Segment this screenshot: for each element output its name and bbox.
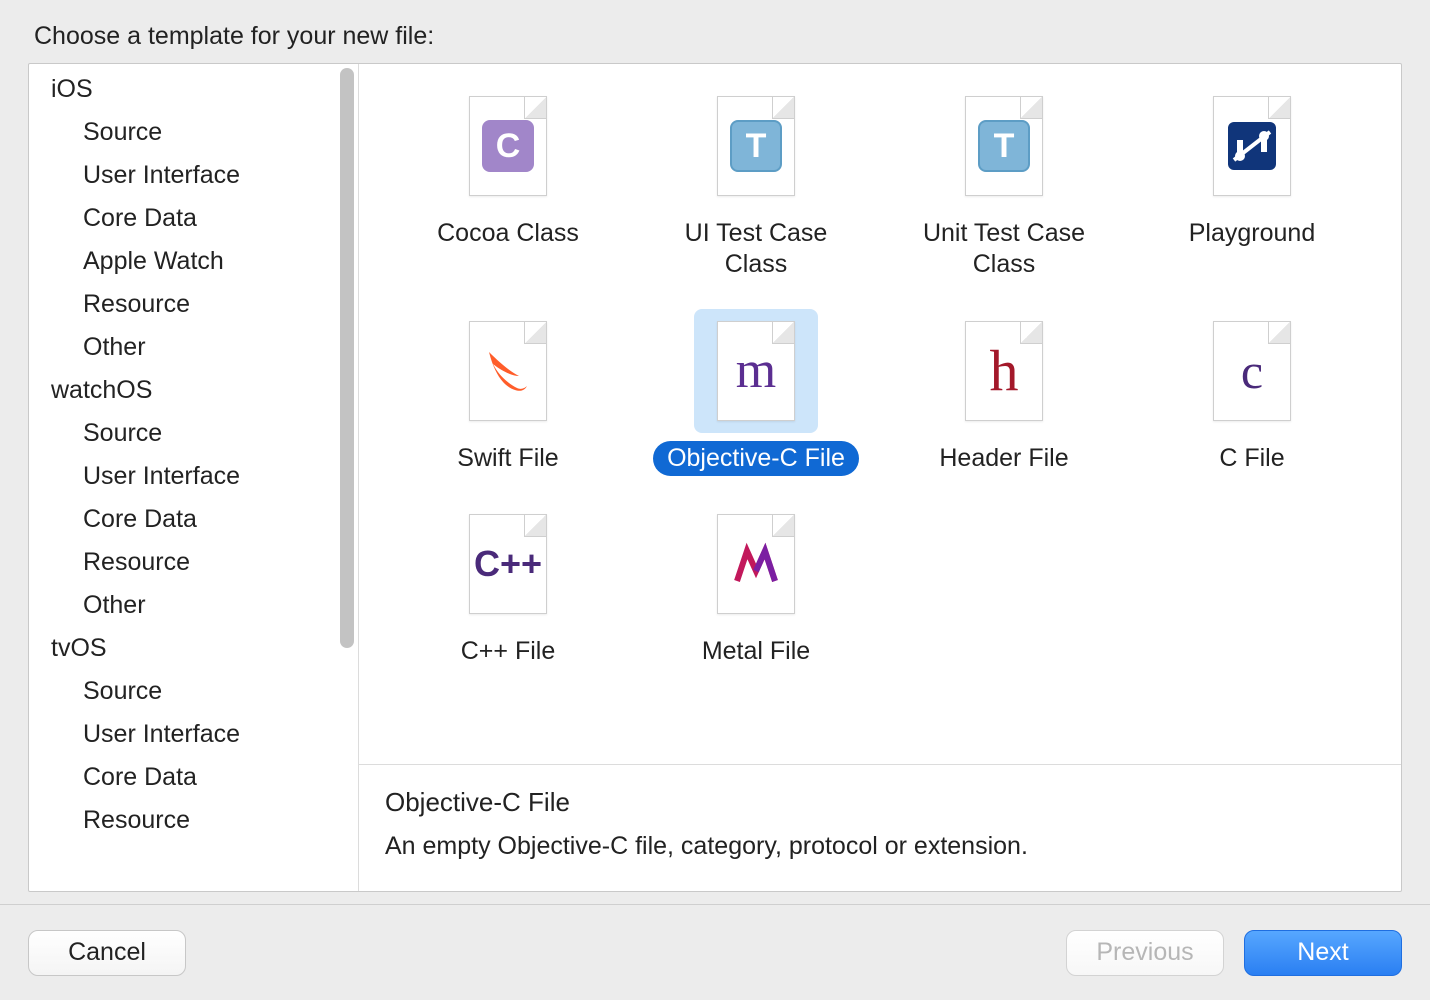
template-playground[interactable]: Playground <box>1137 84 1367 283</box>
test-case-icon: T <box>942 84 1066 208</box>
template-header-file[interactable]: h Header File <box>889 309 1119 476</box>
template-label: Metal File <box>688 634 824 669</box>
template-label: C File <box>1205 441 1298 476</box>
platform-label-tvos: tvOS <box>29 627 358 670</box>
description-title: Objective-C File <box>385 787 1375 818</box>
template-main: C Cocoa Class T UI Test Case Class T Unit Tes… <box>359 64 1401 891</box>
objc-file-icon: m <box>694 309 818 433</box>
platform-label-watchos: watchOS <box>29 369 358 412</box>
template-label: Unit Test Case Class <box>889 216 1119 283</box>
template-cocoa-class[interactable]: C Cocoa Class <box>393 84 623 283</box>
platform-label-ios: iOS <box>29 68 358 111</box>
next-button[interactable]: Next <box>1244 930 1402 976</box>
template-swift-file[interactable]: Swift File <box>393 309 623 476</box>
cocoa-class-icon: C <box>446 84 570 208</box>
category-sidebar: iOSSourceUser InterfaceCore DataApple Wa… <box>29 64 359 891</box>
sidebar-item-other[interactable]: Other <box>29 584 358 627</box>
test-case-icon: T <box>694 84 818 208</box>
template-cpp-file[interactable]: C++ C++ File <box>393 502 623 669</box>
description-text: An empty Objective-C file, category, pro… <box>385 832 1375 861</box>
template-grid: C Cocoa Class T UI Test Case Class T Unit Tes… <box>359 64 1401 764</box>
content-panel: iOSSourceUser InterfaceCore DataApple Wa… <box>28 63 1402 892</box>
sidebar-item-source[interactable]: Source <box>29 412 358 455</box>
swift-icon <box>446 309 570 433</box>
template-label: Swift File <box>443 441 572 476</box>
sidebar-item-user-interface[interactable]: User Interface <box>29 713 358 756</box>
dialog-title: Choose a template for your new file: <box>0 0 1430 63</box>
description-pane: Objective-C File An empty Objective-C fi… <box>359 764 1401 891</box>
metal-file-icon <box>694 502 818 626</box>
sidebar-item-resource[interactable]: Resource <box>29 283 358 326</box>
sidebar-item-source[interactable]: Source <box>29 111 358 154</box>
template-c-file[interactable]: c C File <box>1137 309 1367 476</box>
template-label: Objective-C File <box>653 441 859 476</box>
dialog-footer: Cancel Previous Next <box>0 904 1430 1000</box>
template-unit-test-case[interactable]: T Unit Test Case Class <box>889 84 1119 283</box>
template-label: C++ File <box>447 634 569 669</box>
c-file-icon: c <box>1190 309 1314 433</box>
template-ui-test-case-class[interactable]: T UI Test Case Class <box>641 84 871 283</box>
template-label: Playground <box>1175 216 1329 251</box>
template-metal-file[interactable]: Metal File <box>641 502 871 669</box>
sidebar-item-resource[interactable]: Resource <box>29 541 358 584</box>
sidebar-item-resource[interactable]: Resource <box>29 799 358 842</box>
template-label: Cocoa Class <box>423 216 593 251</box>
sidebar-item-user-interface[interactable]: User Interface <box>29 154 358 197</box>
sidebar-item-core-data[interactable]: Core Data <box>29 756 358 799</box>
sidebar-item-source[interactable]: Source <box>29 670 358 713</box>
sidebar-scrollbar[interactable] <box>340 68 354 648</box>
cancel-button[interactable]: Cancel <box>28 930 186 976</box>
template-objc-file[interactable]: m Objective-C File <box>641 309 871 476</box>
template-label: UI Test Case Class <box>641 216 871 283</box>
header-file-icon: h <box>942 309 1066 433</box>
sidebar-item-apple-watch[interactable]: Apple Watch <box>29 240 358 283</box>
sidebar-item-core-data[interactable]: Core Data <box>29 197 358 240</box>
sidebar-item-user-interface[interactable]: User Interface <box>29 455 358 498</box>
sidebar-item-core-data[interactable]: Core Data <box>29 498 358 541</box>
sidebar-item-other[interactable]: Other <box>29 326 358 369</box>
cpp-file-icon: C++ <box>446 502 570 626</box>
previous-button: Previous <box>1066 930 1224 976</box>
template-label: Header File <box>925 441 1082 476</box>
playground-icon <box>1190 84 1314 208</box>
